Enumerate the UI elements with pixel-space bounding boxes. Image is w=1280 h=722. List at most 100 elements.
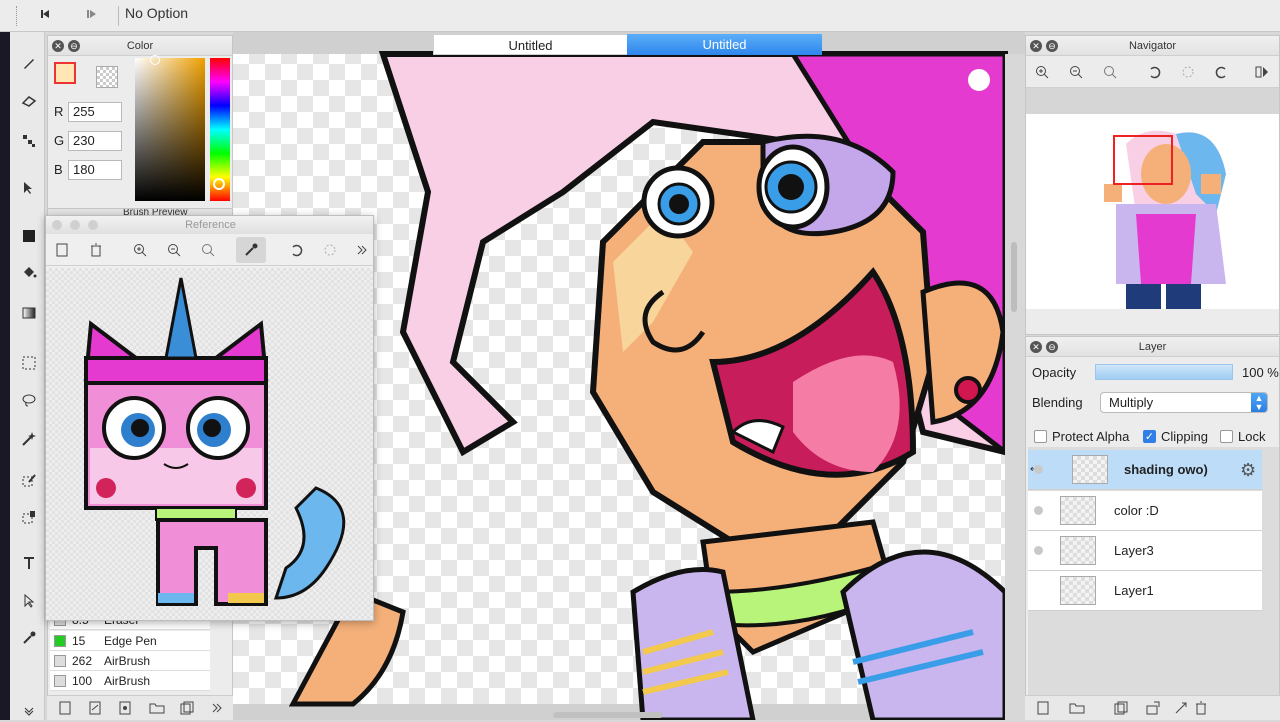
more-icon[interactable] <box>209 700 225 716</box>
flip-icon[interactable] <box>1254 64 1270 80</box>
eraser-tool-icon[interactable] <box>17 90 41 112</box>
brush-color-swatch <box>54 635 66 647</box>
navigator-preview[interactable] <box>1026 114 1279 309</box>
move-tool-icon[interactable] <box>17 177 41 199</box>
reference-window: Reference <box>45 215 374 621</box>
zoom-fit-icon[interactable] <box>1102 64 1118 80</box>
zoom-fit-icon[interactable] <box>200 242 216 258</box>
hue-slider-handle[interactable] <box>213 178 225 190</box>
zoom-out-icon[interactable] <box>1068 64 1084 80</box>
toolbar-divider <box>118 6 119 26</box>
top-toolbar: No Option <box>0 0 1280 32</box>
r-value-field[interactable]: 255 <box>68 102 122 122</box>
operation-tool-icon[interactable] <box>17 590 41 612</box>
b-value-field[interactable]: 180 <box>68 160 122 180</box>
trash-icon[interactable] <box>88 242 104 258</box>
vertical-scrollbar[interactable] <box>1011 242 1017 312</box>
reference-title: Reference <box>185 219 236 231</box>
folder-icon[interactable] <box>149 700 165 716</box>
brush-row[interactable]: 262 AirBrush <box>50 651 210 671</box>
new-brush-icon[interactable] <box>57 700 73 716</box>
select-eraser-tool-icon[interactable] <box>17 506 41 528</box>
collapse-icon[interactable]: ⊖ <box>1046 341 1058 353</box>
close-icon[interactable]: ✕ <box>1030 40 1042 52</box>
close-icon[interactable]: ✕ <box>52 40 64 52</box>
dot-pen-tool-icon[interactable] <box>17 130 41 152</box>
zoom-in-icon[interactable] <box>132 242 148 258</box>
brush-size: 15 <box>72 634 86 648</box>
visibility-toggle[interactable] <box>1034 546 1043 555</box>
tool-strip <box>0 32 45 720</box>
layer-row[interactable]: Layer1 <box>1028 571 1262 611</box>
more-icon[interactable] <box>354 242 370 258</box>
clipping-checkbox[interactable]: ✓ <box>1143 430 1156 443</box>
navigator-margin <box>1026 88 1279 114</box>
layer-row-selected[interactable]: ↵ shading owo) ⚙ <box>1028 450 1262 490</box>
chevron-down-icon[interactable] <box>17 700 41 722</box>
duplicate-icon[interactable] <box>179 700 195 716</box>
g-label: G <box>54 133 65 148</box>
collapse-icon[interactable]: ⊖ <box>1046 40 1058 52</box>
blending-value: Multiply <box>1109 395 1154 410</box>
new-folder-icon[interactable] <box>1069 700 1085 716</box>
main-color-swatch[interactable] <box>54 62 76 84</box>
eyedropper-tool-icon[interactable] <box>17 627 41 649</box>
next-icon[interactable] <box>78 4 104 24</box>
reset-rotation-icon[interactable] <box>322 242 338 258</box>
brush-size: 100 <box>72 674 93 688</box>
lock-checkbox[interactable] <box>1220 430 1233 443</box>
bucket-tool-icon[interactable] <box>17 262 41 284</box>
select-pen-tool-icon[interactable] <box>17 469 41 491</box>
layer-name: Layer1 <box>1114 583 1154 598</box>
duplicate-layer-icon[interactable] <box>1113 700 1129 716</box>
layer-toolbar <box>1025 695 1280 720</box>
color-panel-title: ✕ ⊖ Color <box>48 36 232 56</box>
layer-settings-gear-icon[interactable]: ⚙ <box>1240 460 1256 481</box>
navigator-viewport-frame[interactable] <box>1113 135 1173 185</box>
transfer-layer-icon[interactable] <box>1173 700 1189 716</box>
zoom-in-icon[interactable] <box>1034 64 1050 80</box>
rotate-left-icon[interactable] <box>288 242 304 258</box>
layer-row[interactable]: color :D <box>1028 491 1262 531</box>
copy-brush-icon[interactable] <box>117 700 133 716</box>
eyedropper-icon <box>243 242 259 258</box>
magic-wand-tool-icon[interactable] <box>17 428 41 450</box>
close-icon[interactable]: ✕ <box>1030 341 1042 353</box>
merge-down-icon[interactable] <box>1145 700 1161 716</box>
blending-select[interactable]: Multiply ▲ ▼ <box>1100 392 1268 413</box>
zoom-out-icon[interactable] <box>166 242 182 258</box>
tab-untitled-2[interactable]: Untitled <box>627 34 822 55</box>
visibility-toggle[interactable] <box>1034 465 1043 474</box>
new-layer-icon[interactable] <box>1035 700 1051 716</box>
blending-label: Blending <box>1032 395 1083 410</box>
reference-image[interactable] <box>46 268 373 620</box>
tab-untitled-1[interactable]: Untitled <box>433 34 628 55</box>
text-tool-icon[interactable] <box>17 552 41 574</box>
brush-folder-icon[interactable] <box>87 700 103 716</box>
layer-row[interactable]: Layer3 <box>1028 531 1262 571</box>
fill-rect-tool-icon[interactable] <box>17 225 41 247</box>
layer-thumbnail <box>1060 496 1096 525</box>
brush-row[interactable]: 15 Edge Pen <box>50 631 210 651</box>
g-value-field[interactable]: 230 <box>68 131 122 151</box>
select-rect-tool-icon[interactable] <box>17 352 41 374</box>
visibility-toggle[interactable] <box>1034 506 1043 515</box>
sv-picker-cursor[interactable] <box>150 55 160 65</box>
protect-alpha-checkbox[interactable] <box>1034 430 1047 443</box>
lasso-tool-icon[interactable] <box>17 389 41 411</box>
rotate-right-icon[interactable] <box>1214 64 1230 80</box>
reset-rotation-icon[interactable] <box>1180 64 1196 80</box>
collapse-icon[interactable]: ⊖ <box>68 40 80 52</box>
saturation-value-picker[interactable] <box>135 58 205 201</box>
pen-tool-icon[interactable] <box>17 52 41 74</box>
trash-icon[interactable] <box>1193 700 1209 716</box>
new-reference-icon[interactable] <box>54 242 70 258</box>
gradient-tool-icon[interactable] <box>17 302 41 324</box>
previous-icon[interactable] <box>32 4 58 24</box>
navigator-toolbar <box>1026 56 1279 88</box>
brush-row[interactable]: 100 AirBrush <box>50 671 210 691</box>
opacity-slider[interactable] <box>1095 364 1233 380</box>
rotate-left-icon[interactable] <box>1146 64 1162 80</box>
transparent-color-swatch[interactable] <box>96 66 118 88</box>
layer-thumbnail <box>1072 455 1108 484</box>
